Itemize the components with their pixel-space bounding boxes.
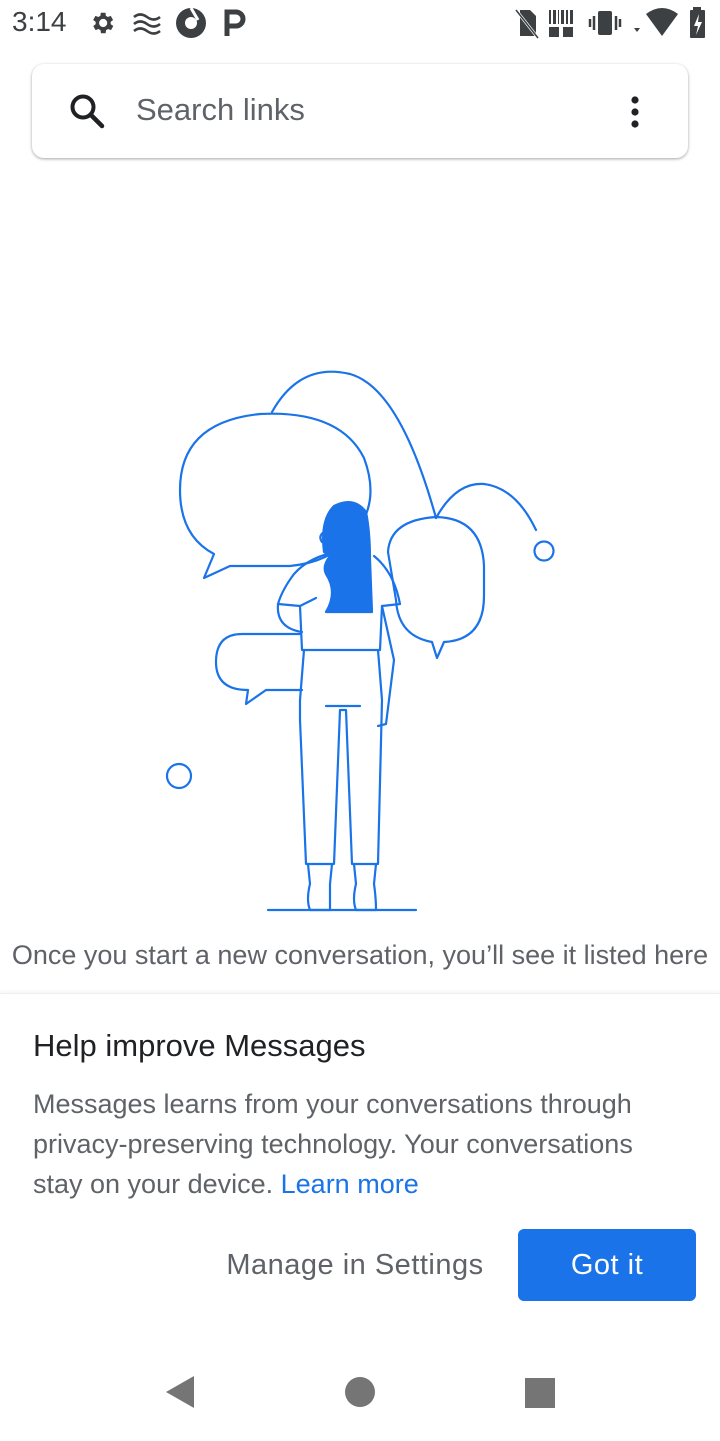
search-input[interactable] <box>136 90 576 130</box>
empty-conversations-illustration <box>150 360 570 925</box>
no-sim-icon <box>514 6 540 45</box>
learn-more-link[interactable]: Learn more <box>281 1169 419 1199</box>
status-bar: 3:14 <box>0 0 720 48</box>
vibrate-icon <box>588 6 622 45</box>
home-icon[interactable] <box>342 1372 378 1417</box>
sheet-body: Messages learns from your conversations … <box>33 1084 683 1204</box>
more-options-icon[interactable] <box>620 92 650 132</box>
wifi-icon <box>630 6 678 45</box>
p-app-icon <box>222 6 248 45</box>
search-bar[interactable] <box>32 64 688 158</box>
empty-state-message: Once you start a new conversation, you’l… <box>11 940 709 970</box>
browser-icon <box>174 6 208 45</box>
battery-icon <box>688 6 708 45</box>
sheet-title: Help improve Messages <box>33 1028 366 1063</box>
got-it-button[interactable]: Got it <box>518 1229 696 1301</box>
recents-icon[interactable] <box>522 1372 558 1417</box>
waves-icon <box>132 6 162 45</box>
status-time: 3:14 <box>12 6 67 37</box>
barcode-icon <box>548 6 578 45</box>
gear-icon <box>88 6 116 45</box>
manage-in-settings-button[interactable]: Manage in Settings <box>210 1229 500 1301</box>
navigation-bar <box>0 1348 720 1440</box>
search-icon[interactable] <box>68 92 106 135</box>
back-icon[interactable] <box>160 1372 200 1417</box>
